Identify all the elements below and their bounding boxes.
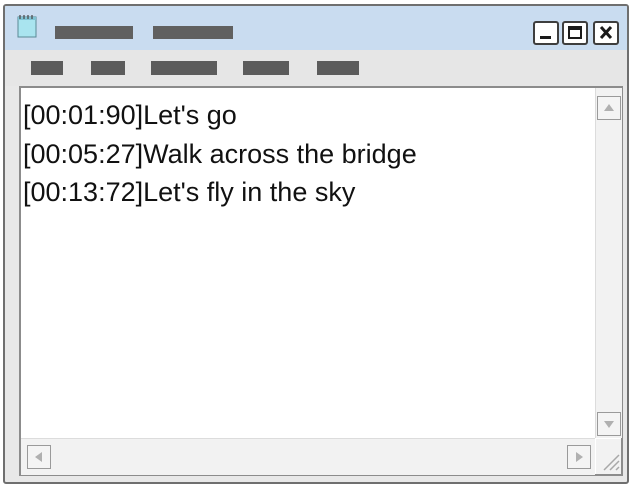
- notepad-icon: [17, 14, 37, 38]
- menu-bar: [5, 50, 627, 86]
- menu-item-2[interactable]: [91, 61, 125, 75]
- scroll-up-button[interactable]: [597, 96, 621, 120]
- scroll-down-button[interactable]: [597, 412, 621, 436]
- text-line: [00:13:72]Let's fly in the sky: [23, 177, 356, 207]
- scroll-left-button[interactable]: [27, 445, 51, 469]
- scroll-down-icon: [604, 421, 614, 428]
- close-icon: [599, 25, 613, 40]
- vertical-scrollbar[interactable]: [595, 88, 622, 438]
- window-title-placeholder: [55, 26, 133, 39]
- menu-item-4[interactable]: [243, 61, 289, 75]
- close-button[interactable]: [593, 21, 619, 45]
- window-subtitle-placeholder: [153, 26, 233, 39]
- scroll-right-button[interactable]: [567, 445, 591, 469]
- text-line: [00:05:27]Walk across the bridge: [23, 138, 417, 169]
- title-bar[interactable]: [5, 6, 627, 50]
- resize-grip[interactable]: [596, 439, 621, 474]
- text-editor-pane[interactable]: [00:01:90]Let's go [00:05:27]Walk across…: [19, 86, 623, 476]
- text-line: [00:01:90]Let's go: [23, 100, 237, 130]
- scroll-up-icon: [604, 104, 614, 111]
- horizontal-scrollbar[interactable]: [21, 438, 595, 475]
- maximize-icon: [568, 26, 582, 39]
- scroll-right-icon: [576, 452, 583, 462]
- menu-item-3[interactable]: [151, 61, 217, 75]
- text-editor-window: [00:01:90]Let's go [00:05:27]Walk across…: [3, 4, 629, 484]
- menu-item-5[interactable]: [317, 61, 359, 75]
- menu-item-1[interactable]: [31, 61, 63, 75]
- text-content-area[interactable]: [00:01:90]Let's go [00:05:27]Walk across…: [23, 96, 593, 436]
- scroll-left-icon: [35, 452, 42, 462]
- minimize-icon: [540, 36, 551, 39]
- maximize-button[interactable]: [562, 21, 588, 45]
- minimize-button[interactable]: [533, 21, 559, 45]
- resize-grip-icon: [603, 454, 620, 471]
